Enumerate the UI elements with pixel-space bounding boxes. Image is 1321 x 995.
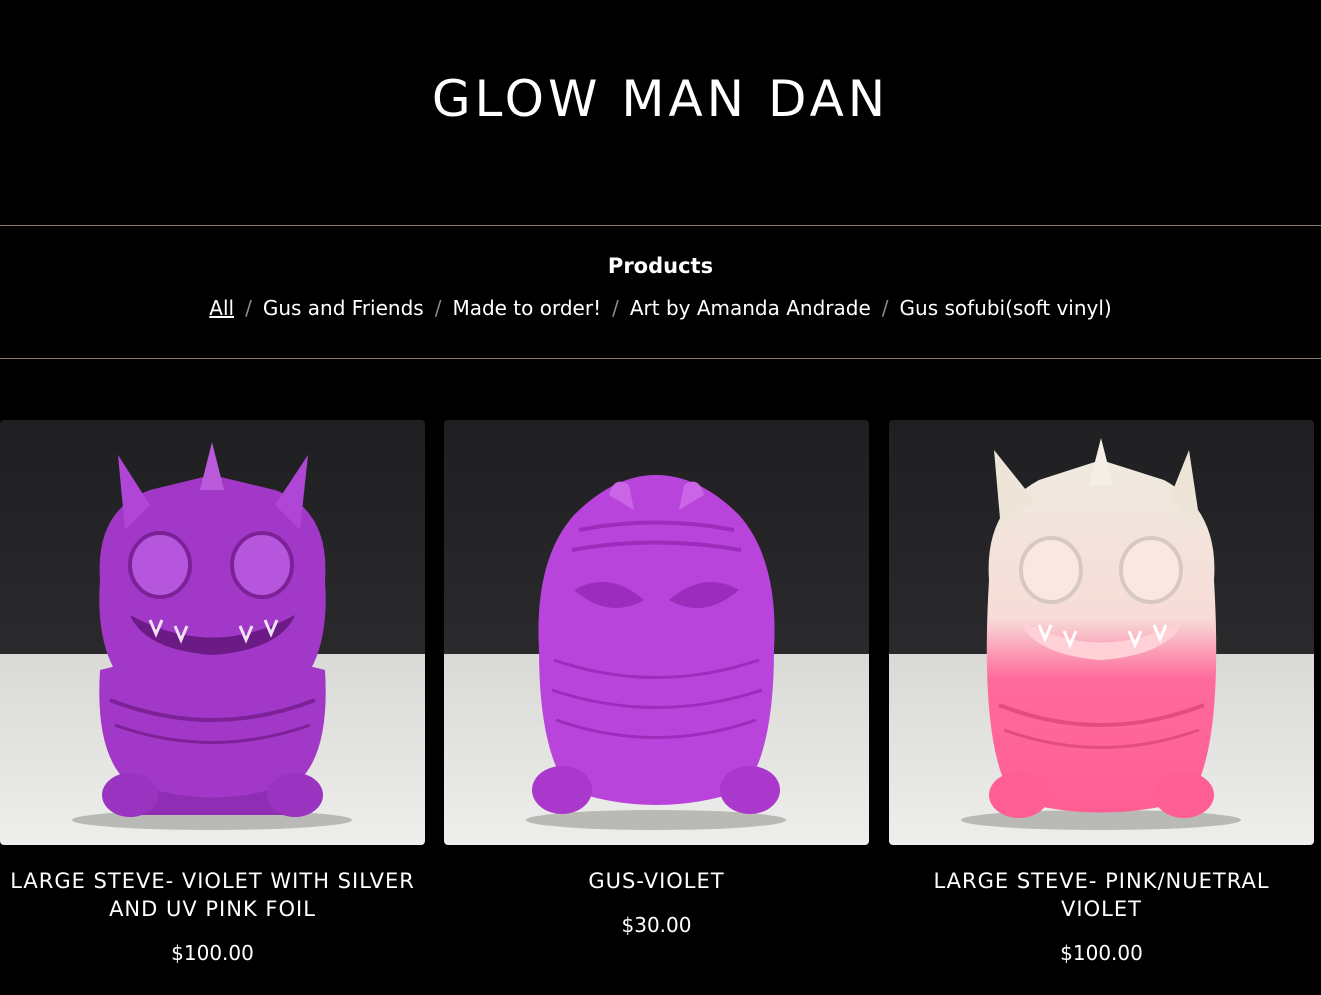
product-price: $30.00 (621, 913, 692, 937)
product-image[interactable] (0, 420, 425, 845)
product-grid: LARGE STEVE- VIOLET WITH SILVER AND UV P… (0, 420, 1321, 995)
purple-round-monster-figure (526, 475, 786, 830)
product-name[interactable]: LARGE STEVE- VIOLET WITH SILVER AND UV P… (6, 867, 419, 923)
category-separator: / (245, 296, 252, 320)
storefront-page: GLOW MAN DAN Products All / Gus and Friend… (0, 0, 1321, 995)
site-header: GLOW MAN DAN (0, 0, 1321, 225)
product-card[interactable]: LARGE STEVE- PINK/NUETRAL VIOLET $100.00 (889, 420, 1314, 965)
header-divider (0, 225, 1321, 226)
product-price: $100.00 (1060, 941, 1143, 965)
pink-white-horned-monster-figure (961, 438, 1241, 830)
product-name[interactable]: GUS-VIOLET (450, 867, 863, 895)
product-price: $100.00 (171, 941, 254, 965)
nav-divider (0, 358, 1321, 359)
product-name[interactable]: LARGE STEVE- PINK/NUETRAL VIOLET (895, 867, 1308, 923)
product-card[interactable]: LARGE STEVE- VIOLET WITH SILVER AND UV P… (0, 420, 425, 965)
category-nav: All / Gus and Friends / Made to order! / Art b… (0, 296, 1321, 320)
category-link-all[interactable]: All (209, 296, 234, 320)
category-link-made-to-order[interactable]: Made to order! (452, 296, 601, 320)
category-separator: / (612, 296, 619, 320)
product-card[interactable]: GUS-VIOLET $30.00 (444, 420, 869, 937)
product-image[interactable] (444, 420, 869, 845)
category-separator: / (881, 296, 889, 320)
product-image[interactable] (889, 420, 1314, 845)
site-title-link[interactable]: GLOW MAN DAN (0, 70, 1321, 128)
category-link-gus-sofubi[interactable]: Gus sofubi(soft vinyl) (900, 296, 1112, 320)
category-link-art-by-amanda-andrade[interactable]: Art by Amanda Andrade (630, 296, 871, 320)
category-separator: / (434, 296, 442, 320)
category-link-gus-and-friends[interactable]: Gus and Friends (263, 296, 424, 320)
purple-horned-monster-figure (72, 442, 352, 830)
products-heading: Products (607, 254, 714, 278)
